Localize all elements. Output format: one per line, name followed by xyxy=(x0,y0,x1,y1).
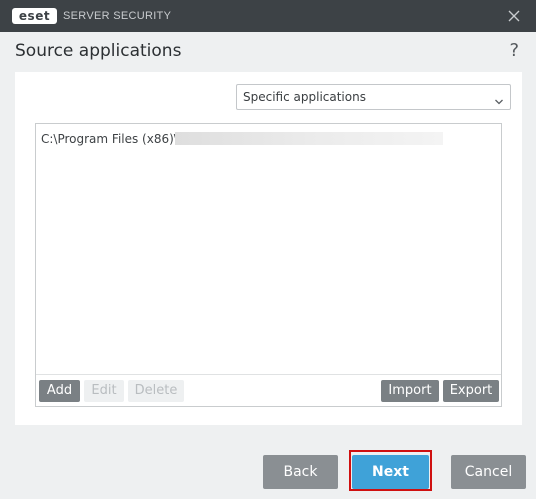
next-button[interactable]: Next xyxy=(352,455,429,489)
dropdown-value: Specific applications xyxy=(243,90,366,104)
back-button[interactable]: Back xyxy=(263,455,338,489)
list-item[interactable]: C:\Program Files (x86)\ xyxy=(41,131,178,147)
add-button[interactable]: Add xyxy=(39,380,80,402)
cancel-button[interactable]: Cancel xyxy=(451,455,526,489)
applications-list[interactable]: C:\Program Files (x86)\ Add Edit Delete … xyxy=(35,123,502,407)
redacted-path xyxy=(175,132,443,145)
content-panel: Specific applications C:\Program Files (… xyxy=(15,72,522,425)
title-bar: eset SERVER SECURITY xyxy=(0,0,536,32)
page-title: Source applications xyxy=(15,41,182,61)
delete-button[interactable]: Delete xyxy=(128,380,184,402)
eset-logo: eset xyxy=(12,8,57,24)
close-icon[interactable] xyxy=(506,8,522,24)
edit-button[interactable]: Edit xyxy=(84,380,124,402)
help-icon[interactable]: ? xyxy=(509,40,519,61)
import-button[interactable]: Import xyxy=(381,380,439,402)
list-toolbar: Add Edit Delete Import Export xyxy=(36,374,501,406)
export-button[interactable]: Export xyxy=(443,380,499,402)
chevron-down-icon xyxy=(494,92,504,105)
application-scope-dropdown[interactable]: Specific applications xyxy=(236,84,511,110)
product-name: SERVER SECURITY xyxy=(63,10,172,22)
